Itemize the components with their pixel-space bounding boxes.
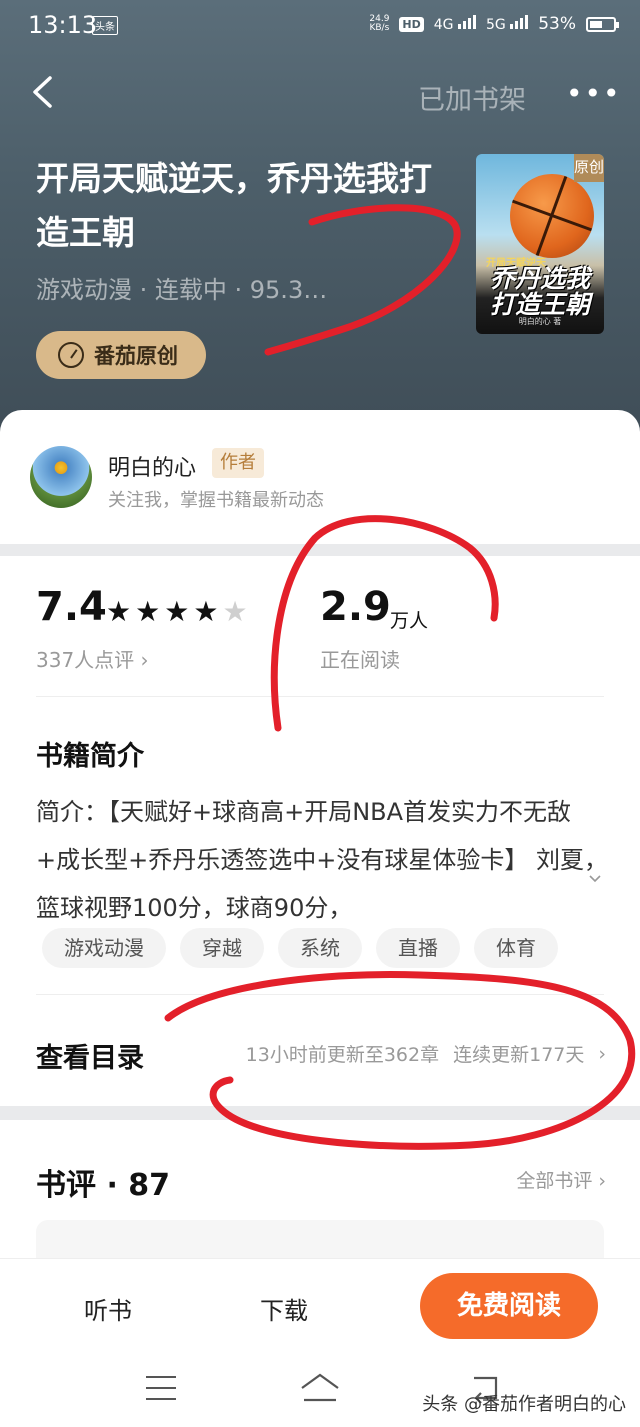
status-icons: 24.9 KB/s HD 4G 5G 53% [369, 14, 619, 34]
catalog-update-info[interactable]: 13小时前更新至362章 连续更新177天 › [246, 1040, 606, 1067]
star-icon: ★ [135, 595, 161, 628]
status-bar: 13:13 头条 24.9 KB/s HD 4G 5G 53% [0, 0, 640, 52]
book-cover[interactable]: 原创 开局天赋逆天 乔丹选我打造王朝 明白的心 著 [476, 154, 604, 334]
all-reviews-link[interactable]: 全部书评 › [516, 1166, 606, 1193]
reviews-card: 书评 · 87 全部书评 › [0, 1120, 640, 1260]
star-icon: ★ [164, 595, 190, 628]
status-time: 13:13 [28, 11, 98, 39]
gauge-icon [58, 342, 84, 368]
rating-score: 7.4 [36, 584, 107, 630]
book-title: 开局天赋逆天，乔丹选我打造王朝 [36, 159, 432, 252]
readers-count: 2.9 [320, 584, 391, 630]
readers-label: 正在阅读 [320, 648, 400, 672]
app-notification-badge: 头条 [92, 16, 118, 35]
book-meta: 游戏动漫 · 连载中 · 95.3… [36, 276, 328, 304]
star-icon: ★ [193, 595, 219, 628]
book-info-card: 7.4 ★ ★ ★ ★ ★ 337人点评 › 2.9 万人 正在阅读 书籍简介 简介：【… [0, 556, 640, 1106]
rating-stars: ★ ★ ★ ★ ★ [106, 598, 248, 626]
watermark: 头条 @番茄作者明白的心 [422, 1394, 626, 1415]
tag-chip[interactable]: 体育 [474, 928, 558, 968]
genre-tags: 游戏动漫 穿越 系统 直播 体育 [42, 928, 558, 968]
intro-text[interactable]: 简介：【天赋好+球商高+开局NBA首发实力不无敌+成长型+乔丹乐透签选中+没有球… [36, 788, 608, 932]
battery-percent: 53% [538, 14, 576, 34]
home-icon[interactable] [298, 1372, 342, 1404]
star-icon: ★ [106, 595, 132, 628]
tag-chip[interactable]: 穿越 [180, 928, 264, 968]
cover-title: 乔丹选我打造王朝 [489, 264, 590, 319]
reviews-title: 书评 · 87 [36, 1168, 171, 1203]
signal-4g: 4G [434, 15, 476, 33]
tag-chip[interactable]: 游戏动漫 [42, 928, 166, 968]
free-read-button[interactable]: 免费阅读 [420, 1273, 598, 1339]
added-to-shelf-button[interactable]: 已加书架 [418, 78, 526, 117]
battery-icon [586, 16, 619, 32]
readers-unit: 万人 [390, 610, 429, 632]
tag-chip[interactable]: 直播 [376, 928, 460, 968]
star-icon: ★ [222, 595, 248, 628]
listen-button[interactable]: 听书 [84, 1291, 132, 1326]
author-card[interactable]: 明白的心 作者 关注我，掌握书籍最新动态 [0, 410, 640, 544]
chevron-right-icon: › [598, 1042, 606, 1065]
cover-author: 明白的心 著 [518, 317, 562, 326]
catalog-streak-text: 连续更新177天 [453, 1044, 585, 1066]
divider [36, 696, 604, 697]
basketball-image [510, 174, 594, 258]
more-dots-icon[interactable]: ••• [566, 80, 622, 108]
intro-title: 书籍简介 [36, 741, 144, 772]
hd-icon: HD [399, 16, 424, 32]
signal-5g: 5G [486, 15, 529, 33]
book-header-hero: 13:13 头条 24.9 KB/s HD 4G 5G 53% 已加书架 •••… [0, 0, 640, 440]
original-badge-label: 番茄原创 [94, 344, 178, 368]
divider [36, 994, 604, 995]
cover-original-tag: 原创 [574, 154, 604, 182]
catalog-update-text: 13小时前更新至362章 [245, 1044, 440, 1066]
menu-icon[interactable] [146, 1376, 176, 1402]
review-preview[interactable] [36, 1220, 604, 1260]
author-subtitle: 关注我，掌握书籍最新动态 [108, 490, 324, 511]
network-speed: 24.9 KB/s [369, 14, 390, 33]
chevron-left-icon [33, 76, 52, 108]
tag-chip[interactable]: 系统 [278, 928, 362, 968]
bottom-action-bar: 听书 下载 免费阅读 [0, 1258, 640, 1354]
review-count-link[interactable]: 337人点评 › [36, 644, 149, 673]
author-avatar[interactable] [30, 446, 92, 508]
original-badge[interactable]: 番茄原创 [36, 331, 206, 379]
back-button[interactable] [30, 75, 70, 115]
download-button[interactable]: 下载 [260, 1291, 308, 1326]
author-name: 明白的心 [108, 456, 197, 481]
chevron-down-icon[interactable] [588, 872, 602, 886]
catalog-button[interactable]: 查看目录 [36, 1036, 144, 1075]
system-nav-bar: 头条 @番茄作者明白的心 [0, 1354, 640, 1427]
author-tag: 作者 [212, 448, 264, 478]
